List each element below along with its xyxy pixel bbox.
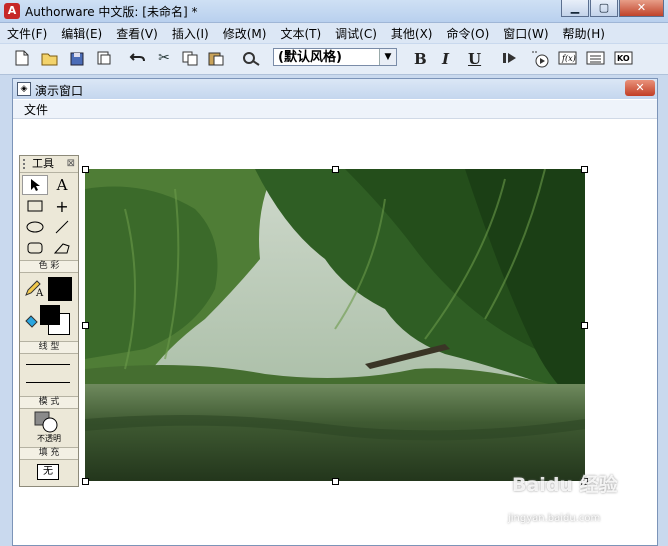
line-style-option[interactable] [26, 382, 70, 383]
knowledge-objects-icon[interactable]: KO [614, 49, 634, 67]
underline-button[interactable]: U [468, 50, 481, 68]
color-section-label: 色 彩 [20, 260, 78, 273]
presentation-title: 演示窗口 [35, 84, 84, 98]
polygon-tool-icon[interactable] [49, 238, 75, 258]
line-section[interactable] [20, 354, 78, 394]
fill-section-label: 填 充 [20, 447, 78, 460]
tools-header[interactable]: 工具 ⊠ [20, 156, 78, 173]
menu-bar: 文件(F) 编辑(E) 查看(V) 插入(I) 修改(M) 文本(T) 调试(C… [0, 23, 668, 43]
control-panel-icon[interactable] [530, 49, 550, 68]
title-bar: A Authorware 中文版: [未命名] * ▁ ▢ ✕ [0, 0, 668, 23]
presentation-close-button[interactable]: ✕ [625, 80, 655, 96]
tools-title: 工具 [32, 157, 54, 170]
tools-palette: 工具 ⊠ A + 色 彩 A 线 型 模 式 不透明 填 充 无 [19, 155, 79, 487]
paste-icon[interactable] [206, 49, 226, 67]
photo-image [85, 169, 585, 481]
mode-value: 不透明 [37, 434, 61, 443]
opaque-mode-icon [34, 411, 58, 433]
svg-text:A: A [35, 288, 44, 297]
italic-button[interactable]: I [442, 50, 449, 68]
menu-debug[interactable]: 调试(C) [328, 25, 384, 42]
rounded-rectangle-tool-icon[interactable] [22, 238, 48, 258]
new-file-icon[interactable] [12, 49, 32, 67]
ellipse-tool-icon[interactable] [22, 217, 48, 237]
resize-handle-bc[interactable] [332, 478, 339, 485]
bold-button[interactable]: B [414, 50, 427, 68]
resize-handle-ml[interactable] [82, 322, 89, 329]
mode-section-label: 模 式 [20, 396, 78, 409]
straight-line-tool-icon[interactable]: + [49, 196, 75, 216]
fill-bucket-icon[interactable] [23, 313, 39, 332]
authorware-app-icon: A [4, 3, 20, 19]
drag-grip-icon[interactable] [23, 159, 28, 169]
svg-text:f(x): f(x) [561, 54, 576, 63]
text-style-dropdown[interactable]: (默认风格) ▼ [273, 48, 397, 66]
color-section: A [20, 273, 78, 339]
menu-view[interactable]: 查看(V) [109, 25, 165, 42]
fill-value[interactable]: 无 [37, 464, 59, 480]
find-icon[interactable] [242, 49, 262, 67]
maximize-button[interactable]: ▢ [590, 0, 618, 17]
line-section-label: 线 型 [20, 341, 78, 354]
menu-window[interactable]: 窗口(W) [496, 25, 555, 42]
thin-line-option[interactable] [26, 364, 70, 365]
resize-handle-tl[interactable] [82, 166, 89, 173]
resize-handle-tc[interactable] [332, 166, 339, 173]
chevron-down-icon[interactable]: ▼ [379, 49, 396, 65]
import-icon[interactable] [94, 49, 114, 67]
cut-icon[interactable]: ✂ [154, 49, 174, 67]
presentation-window-icon: ◈ [17, 82, 31, 96]
function-icon[interactable]: f(x) [558, 49, 578, 67]
foreground-color-swatch[interactable] [40, 305, 60, 325]
copy-icon[interactable] [180, 49, 200, 67]
variables-icon[interactable] [586, 49, 606, 67]
restart-icon[interactable] [500, 49, 520, 67]
fill-section[interactable]: 无 [20, 460, 78, 484]
svg-text:KO: KO [617, 54, 630, 63]
menu-text[interactable]: 文本(T) [273, 25, 328, 42]
menu-file[interactable]: 文件(F) [0, 25, 54, 42]
app-title: Authorware 中文版: [未命名] * [25, 5, 198, 19]
menu-other[interactable]: 其他(X) [384, 25, 440, 42]
menu-command[interactable]: 命令(O) [439, 25, 496, 42]
open-folder-icon[interactable] [40, 49, 60, 67]
presentation-menu-bar: 文件 [13, 100, 657, 119]
tools-close-icon[interactable]: ⊠ [67, 156, 75, 172]
stroke-color-swatch[interactable] [48, 277, 72, 301]
bamboo-river-photo[interactable] [85, 169, 585, 481]
text-style-value: (默认风格) [278, 50, 342, 65]
close-button[interactable]: ✕ [619, 0, 664, 17]
presentation-menu-file[interactable]: 文件 [24, 101, 48, 118]
diagonal-line-tool-icon[interactable] [49, 217, 75, 237]
menu-edit[interactable]: 编辑(E) [54, 25, 109, 42]
pencil-color-icon[interactable]: A [24, 279, 44, 300]
minimize-button[interactable]: ▁ [561, 0, 589, 17]
menu-insert[interactable]: 插入(I) [165, 25, 216, 42]
resize-handle-mr[interactable] [581, 322, 588, 329]
save-all-icon[interactable] [68, 49, 88, 67]
text-tool-icon[interactable]: A [49, 175, 75, 195]
undo-icon[interactable] [128, 49, 148, 67]
resize-handle-bl[interactable] [82, 478, 89, 485]
baidu-watermark: Baidu 经验 [512, 474, 618, 496]
rectangle-tool-icon[interactable] [22, 196, 48, 216]
mode-section[interactable]: 不透明 [20, 409, 78, 445]
resize-handle-tr[interactable] [581, 166, 588, 173]
pointer-tool-icon[interactable] [22, 175, 48, 195]
presentation-title-bar: ◈ 演示窗口 ✕ [13, 79, 657, 99]
baidu-watermark-url: jingyan.baidu.com [508, 513, 601, 524]
menu-help[interactable]: 帮助(H) [556, 25, 612, 42]
menu-modify[interactable]: 修改(M) [216, 25, 274, 42]
window-controls: ▁ ▢ ✕ [560, 0, 664, 17]
